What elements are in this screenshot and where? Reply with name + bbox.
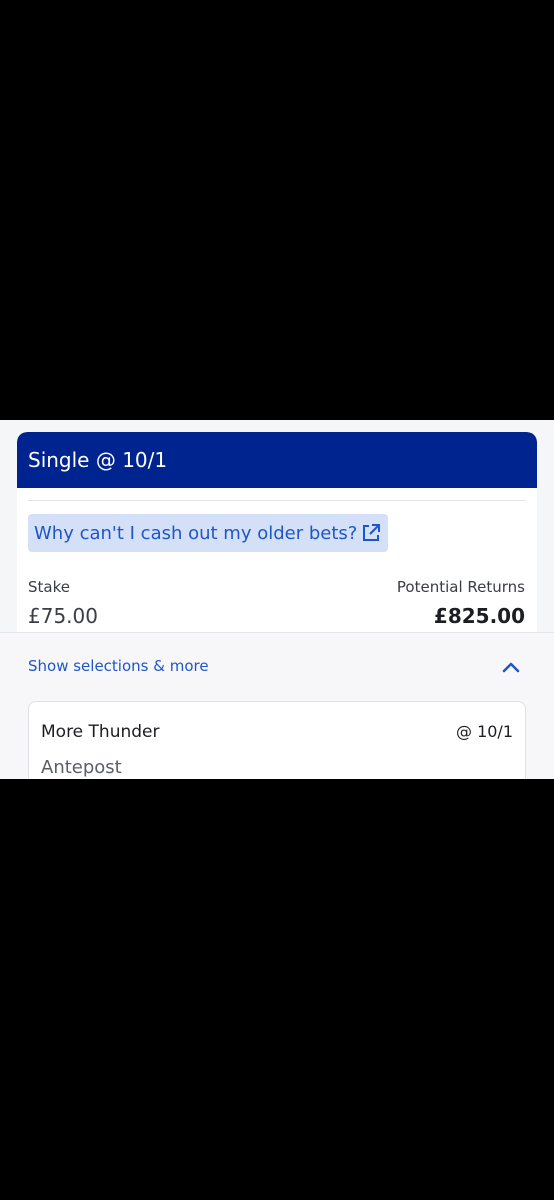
selections-section: Show selections & more More Thunder @ 10…	[0, 632, 554, 779]
potential-returns-label: Potential Returns	[396, 578, 525, 596]
selection-name: More Thunder	[41, 722, 160, 742]
bet-title: Single @ 10/1	[28, 448, 168, 472]
divider	[28, 500, 526, 501]
selection-odds: @ 10/1	[455, 722, 513, 741]
stake-label: Stake	[28, 578, 70, 596]
selection-card[interactable]: More Thunder @ 10/1 Antepost	[28, 701, 526, 779]
bet-header: Single @ 10/1	[17, 432, 537, 488]
cashout-info-link[interactable]: Why can't I cash out my older bets?	[28, 514, 389, 552]
screen: Single @ 10/1 Why can't I cash out my ol…	[0, 0, 554, 1200]
cashout-info-label: Why can't I cash out my older bets?	[34, 522, 358, 544]
stake-value: £75.00	[28, 604, 98, 628]
chevron-up-icon[interactable]	[500, 657, 522, 677]
selection-market: Antepost	[41, 757, 122, 778]
potential-returns-value: £825.00	[433, 604, 525, 628]
show-selections-toggle[interactable]: Show selections & more	[28, 657, 209, 675]
bet-content: Single @ 10/1 Why can't I cash out my ol…	[0, 420, 554, 779]
external-link-icon	[361, 523, 381, 543]
